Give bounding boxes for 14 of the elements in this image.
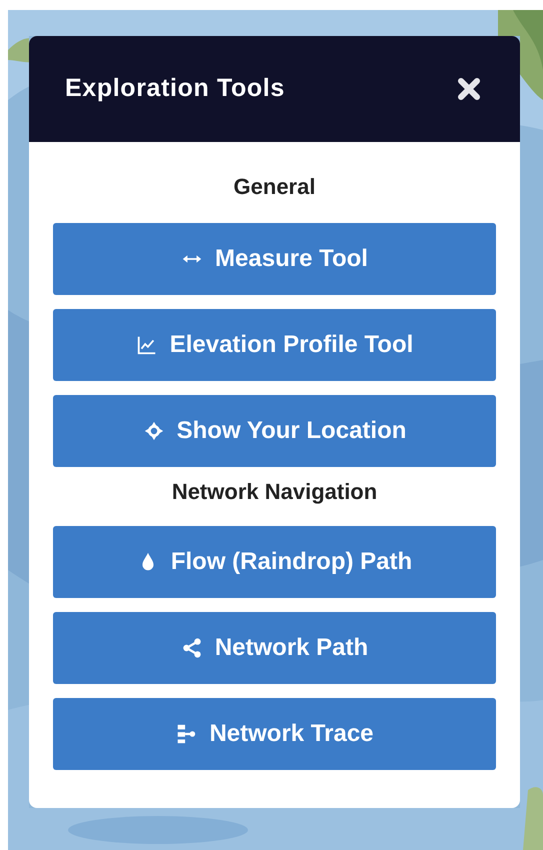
panel-title: Exploration Tools [65, 73, 285, 104]
tree-diagram-icon [175, 723, 198, 745]
tool-button[interactable]: Elevation Profile Tool [53, 309, 496, 381]
tool-button[interactable]: Flow (Raindrop) Path [53, 526, 496, 598]
section-heading: Network Navigation [170, 478, 378, 506]
crosshair-icon [142, 420, 165, 442]
tool-button[interactable]: Show Your Location [53, 395, 496, 467]
close-icon [457, 77, 481, 101]
share-nodes-icon [180, 637, 203, 659]
line-chart-icon [136, 334, 158, 356]
tool-button[interactable]: Network Trace [53, 698, 496, 770]
section-heading: General [232, 173, 316, 201]
tool-button[interactable]: Network Path [53, 612, 496, 684]
tool-button[interactable]: Measure Tool [53, 223, 496, 295]
